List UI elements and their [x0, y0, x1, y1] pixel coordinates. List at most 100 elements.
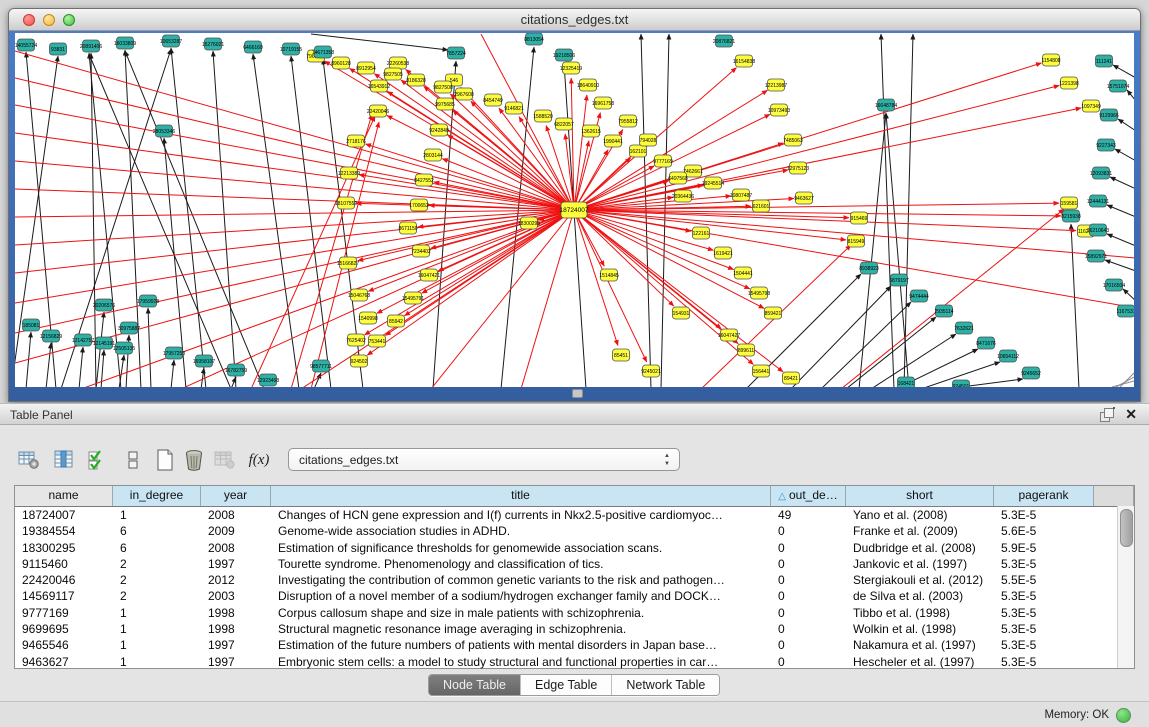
- graph-node-teal[interactable]: 16210643: [1087, 224, 1109, 236]
- citation-edge[interactable]: [1127, 90, 1134, 101]
- close-panel-icon[interactable]: ✕: [1125, 406, 1137, 422]
- table-cell[interactable]: Hescheler et al. (1997): [846, 654, 994, 670]
- table-cell[interactable]: 5.9E-5: [994, 540, 1094, 556]
- table-cell[interactable]: 9115460: [15, 556, 113, 572]
- table-settings-icon[interactable]: [16, 447, 42, 473]
- graph-node-yellow[interactable]: 1221398: [1059, 77, 1079, 89]
- citation-edge[interactable]: [148, 308, 151, 387]
- graph-node-teal[interactable]: 7632621: [954, 322, 974, 334]
- citation-edge[interactable]: [1071, 224, 1079, 387]
- graph-node-teal[interactable]: 12444131: [1087, 195, 1109, 207]
- graph-node-yellow[interactable]: 815949: [848, 235, 865, 247]
- graph-node-teal[interactable]: 12505135: [113, 342, 135, 354]
- graph-node-yellow[interactable]: 159581: [1061, 197, 1078, 209]
- table-cell[interactable]: 9699695: [15, 621, 113, 637]
- table-cell[interactable]: 5.5E-5: [994, 572, 1094, 588]
- citation-edge-red[interactable]: [311, 122, 379, 387]
- table-cell[interactable]: Tourette syndrome. Phenomenology and cla…: [271, 556, 771, 572]
- graph-node-yellow[interactable]: 15046768: [348, 289, 370, 301]
- tab-node-table[interactable]: Node Table: [429, 675, 521, 695]
- table-cell[interactable]: 2: [113, 556, 201, 572]
- table-cell[interactable]: 49: [771, 507, 846, 523]
- graph-node-teal[interactable]: 924501: [953, 380, 970, 387]
- graph-node-teal[interactable]: 12923468: [257, 374, 279, 386]
- table-row[interactable]: 969969511998Structural magnetic resonanc…: [15, 621, 1134, 637]
- table-cell[interactable]: 5.3E-5: [994, 637, 1094, 653]
- table-cell[interactable]: 0: [771, 654, 846, 670]
- table-cell[interactable]: 18724007: [15, 507, 113, 523]
- graph-node-yellow[interactable]: 122161: [693, 227, 710, 239]
- graph-node-yellow[interactable]: 89421: [783, 372, 800, 384]
- graph-node-yellow[interactable]: 9463627: [794, 192, 814, 204]
- citation-edge[interactable]: [881, 34, 894, 387]
- citation-edge[interactable]: [171, 48, 206, 387]
- table-cell[interactable]: 5.3E-5: [994, 621, 1094, 637]
- table-cell[interactable]: 5.3E-5: [994, 556, 1094, 572]
- tab-edge-table[interactable]: Edge Table: [521, 675, 612, 695]
- citation-edge[interactable]: [171, 360, 174, 387]
- table-header-row[interactable]: namein_degreeyeartitle△out_de…shortpager…: [15, 486, 1134, 507]
- table-cell[interactable]: 1: [113, 637, 201, 653]
- graph-node-teal[interactable]: 16958107: [193, 355, 215, 367]
- table-cell[interactable]: Estimation of the future numbers of pati…: [271, 637, 771, 653]
- graph-node-yellow[interactable]: 16543912: [368, 80, 390, 92]
- import-table-icon[interactable]: [212, 447, 238, 473]
- graph-node-teal[interactable]: 16648784: [875, 99, 897, 111]
- table-cell[interactable]: 0: [771, 540, 846, 556]
- table-cell[interactable]: Corpus callosum shape and size in male p…: [271, 605, 771, 621]
- graph-node-teal[interactable]: 9474444: [909, 290, 929, 302]
- graph-node-yellow[interactable]: 1514845: [599, 269, 619, 281]
- citation-edge[interactable]: [1107, 234, 1134, 246]
- table-cell[interactable]: 5.6E-5: [994, 523, 1094, 539]
- graph-node-yellow[interactable]: 1504441: [733, 267, 753, 279]
- table-cell[interactable]: 1997: [201, 637, 271, 653]
- table-row[interactable]: 1872400712008Changes of HCN gene express…: [15, 507, 1134, 523]
- table-cell[interactable]: 2003: [201, 588, 271, 604]
- table-cell[interactable]: 1: [113, 507, 201, 523]
- citation-edge-red[interactable]: [448, 135, 574, 210]
- graph-node-teal[interactable]: 185081: [23, 319, 40, 331]
- citation-edge[interactable]: [1105, 260, 1134, 271]
- table-cell[interactable]: 2009: [201, 523, 271, 539]
- graph-node-yellow[interactable]: 12325419: [560, 62, 582, 74]
- table-cell[interactable]: 0: [771, 572, 846, 588]
- graph-node-yellow[interactable]: 1588520: [533, 110, 553, 122]
- graph-node-yellow[interactable]: 9245021: [641, 365, 661, 377]
- table-cell[interactable]: Wolkin et al. (1998): [846, 621, 994, 637]
- graph-node-yellow[interactable]: 7485063: [783, 134, 803, 146]
- citation-edge-red[interactable]: [574, 210, 764, 308]
- column-header-year[interactable]: year: [201, 486, 271, 506]
- graph-node-yellow[interactable]: 16961758: [592, 97, 614, 109]
- graph-node-yellow[interactable]: 924502: [351, 355, 368, 367]
- graph-node-yellow[interactable]: 859421: [765, 307, 782, 319]
- graph-node-teal[interactable]: 17959928: [137, 295, 159, 307]
- graph-node-teal[interactable]: 12142757: [72, 334, 94, 346]
- table-selector-dropdown[interactable]: citations_edges.txt ▲▼: [288, 448, 680, 471]
- graph-node-teal[interactable]: 17957253: [163, 347, 185, 359]
- graph-node-yellow[interactable]: 162101: [630, 145, 647, 157]
- graph-node-yellow[interactable]: 9975685: [435, 98, 455, 110]
- table-cell[interactable]: Structural magnetic resonance image aver…: [271, 621, 771, 637]
- graph-node-teal[interactable]: 15276021: [202, 38, 224, 50]
- graph-node-yellow[interactable]: 154931: [673, 307, 690, 319]
- scrollbar-thumb[interactable]: [1120, 509, 1133, 547]
- graph-node-yellow[interactable]: 20364436: [672, 190, 694, 202]
- graph-node-yellow[interactable]: 1700652: [409, 199, 429, 211]
- graph-node-teal[interactable]: 16782759: [225, 364, 247, 376]
- graph-node-yellow[interactable]: 12213987: [765, 79, 787, 91]
- citation-edge-red[interactable]: [15, 161, 574, 210]
- delete-table-icon[interactable]: [181, 447, 207, 473]
- citation-edge-red[interactable]: [15, 210, 574, 245]
- table-cell[interactable]: 1997: [201, 654, 271, 670]
- graph-node-teal[interactable]: 168421: [898, 377, 915, 387]
- table-cell[interactable]: Dudbridge et al. (2008): [846, 540, 994, 556]
- graph-node-teal[interactable]: 12156829: [40, 330, 62, 342]
- table-row[interactable]: 946554611997Estimation of the future num…: [15, 637, 1134, 653]
- graph-node-yellow[interactable]: 16047427: [718, 329, 740, 341]
- column-header-title[interactable]: title: [271, 486, 771, 506]
- graph-node-teal[interactable]: 17016504: [1103, 279, 1125, 291]
- graph-node-yellow[interactable]: 9827505: [383, 68, 403, 80]
- table-cell[interactable]: 14569117: [15, 588, 113, 604]
- citation-network-graph[interactable]: 5469827508296760899756858454749914682115…: [15, 33, 1134, 387]
- graph-node-yellow[interactable]: 22420046: [367, 105, 389, 117]
